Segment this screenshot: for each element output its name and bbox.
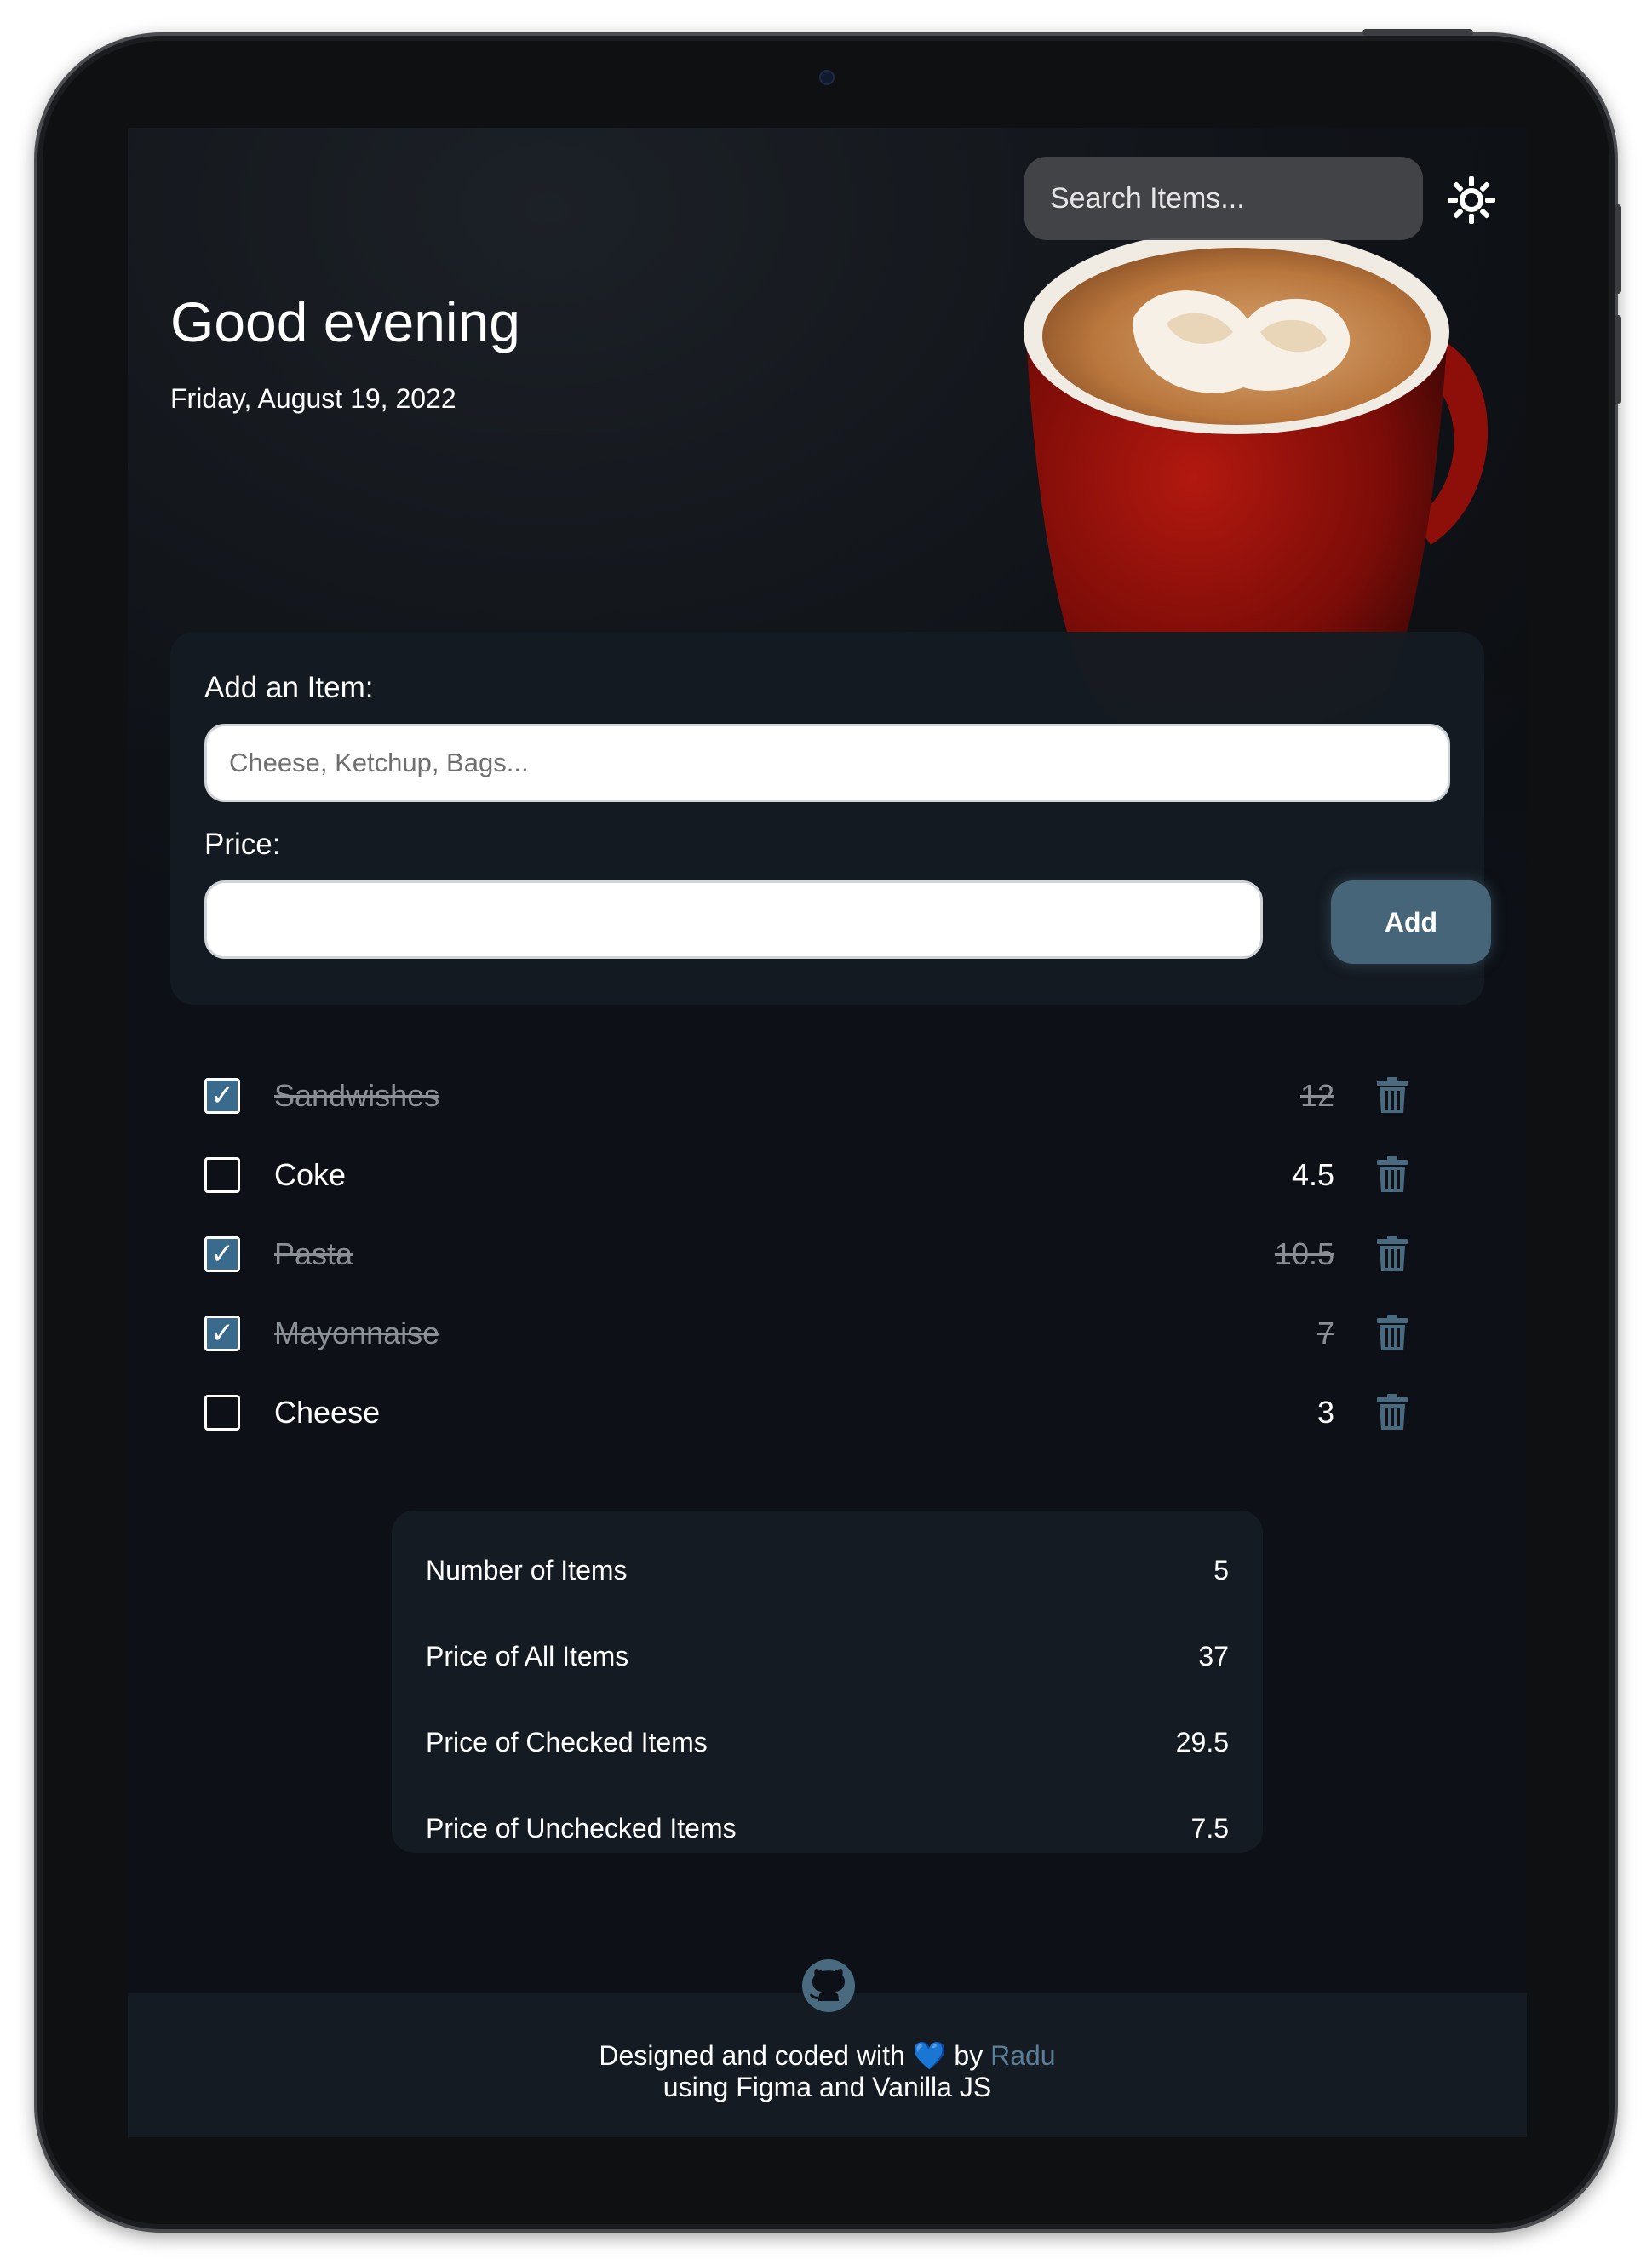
add-item-card: Add an Item: Price: Add xyxy=(170,632,1491,1005)
price-label: Price: xyxy=(204,828,281,861)
summary-card: Number of Items 5 Price of All Items 37 … xyxy=(392,1511,1263,1853)
footer-tech-line: using Figma and Vanilla JS xyxy=(663,2072,992,2102)
greeting-heading: Good evening xyxy=(170,290,520,353)
trash-icon[interactable] xyxy=(1375,1393,1409,1431)
trash-icon[interactable] xyxy=(1375,1076,1409,1115)
item-name-input[interactable] xyxy=(204,724,1450,802)
item-price: 7 xyxy=(1316,1315,1334,1350)
stat-row-unchecked: Price of Unchecked Items 7.5 xyxy=(426,1786,1229,1872)
list-item: ✓ Mayonnaise 7 xyxy=(204,1293,1459,1373)
stat-value: 37 xyxy=(1198,1641,1229,1672)
item-checkbox[interactable] xyxy=(204,1394,240,1431)
stat-value: 5 xyxy=(1213,1555,1229,1586)
volume-down-button xyxy=(1615,315,1621,404)
stat-row-count: Number of Items 5 xyxy=(426,1528,1229,1614)
item-price: 12 xyxy=(1299,1077,1334,1113)
list-item: ✓ Sandwishes 12 xyxy=(204,1056,1459,1135)
trash-icon[interactable] xyxy=(1375,1314,1409,1352)
trash-icon[interactable] xyxy=(1375,1235,1409,1273)
github-icon[interactable] xyxy=(801,1958,856,2013)
item-price: 10.5 xyxy=(1274,1236,1334,1271)
stat-value: 7.5 xyxy=(1190,1813,1229,1844)
top-button xyxy=(1362,29,1473,36)
search-input[interactable] xyxy=(1048,181,1429,216)
footer-prefix: Designed and coded with xyxy=(599,2040,905,2071)
trash-icon[interactable] xyxy=(1375,1155,1409,1194)
stat-value: 29.5 xyxy=(1175,1727,1229,1758)
add-button[interactable]: Add xyxy=(1331,880,1491,964)
check-icon: ✓ xyxy=(209,1236,235,1271)
item-name: Sandwishes xyxy=(274,1077,440,1113)
footer-credit-line: Designed and coded with 💙 by Radu xyxy=(128,2039,1527,2072)
check-icon: ✓ xyxy=(209,1078,235,1113)
volume-up-button xyxy=(1615,204,1621,294)
item-label: Add an Item: xyxy=(204,671,374,704)
heart-icon: 💙 xyxy=(912,2040,947,2071)
item-price: 3 xyxy=(1316,1394,1334,1430)
item-name: Pasta xyxy=(274,1236,353,1271)
item-price: 4.5 xyxy=(1291,1156,1334,1192)
search-box[interactable] xyxy=(1024,157,1429,240)
item-checkbox[interactable]: ✓ xyxy=(204,1315,240,1351)
item-checkbox[interactable]: ✓ xyxy=(204,1236,240,1272)
price-input[interactable] xyxy=(204,880,1263,959)
item-name: Cheese xyxy=(274,1394,381,1430)
stat-label: Number of Items xyxy=(426,1555,628,1586)
stat-label: Price of Unchecked Items xyxy=(426,1813,737,1844)
footer-by: by xyxy=(954,2040,984,2071)
list-item: ✓ Pasta 10.5 xyxy=(204,1214,1459,1293)
shopping-list: ✓ Sandwishes 12 Coke 4.5 ✓ Pasta 10.5 ✓ … xyxy=(204,1056,1459,1452)
item-checkbox[interactable]: ✓ xyxy=(204,1077,240,1114)
author-link[interactable]: Radu xyxy=(990,2040,1056,2071)
sun-icon[interactable] xyxy=(1446,175,1497,226)
stat-label: Price of Checked Items xyxy=(426,1727,708,1758)
check-icon: ✓ xyxy=(209,1316,235,1350)
item-name: Coke xyxy=(274,1156,347,1192)
stat-label: Price of All Items xyxy=(426,1641,629,1672)
item-name: Mayonnaise xyxy=(274,1315,440,1350)
stat-row-checked: Price of Checked Items 29.5 xyxy=(426,1700,1229,1786)
list-item: Coke 4.5 xyxy=(204,1135,1459,1214)
list-item: Cheese 3 xyxy=(204,1373,1459,1452)
stat-row-total: Price of All Items 37 xyxy=(426,1614,1229,1700)
app-screen: Good evening Friday, August 19, 2022 Add… xyxy=(128,128,1527,2137)
item-checkbox[interactable] xyxy=(204,1156,240,1193)
current-date: Friday, August 19, 2022 xyxy=(170,383,456,414)
front-camera xyxy=(819,70,835,85)
